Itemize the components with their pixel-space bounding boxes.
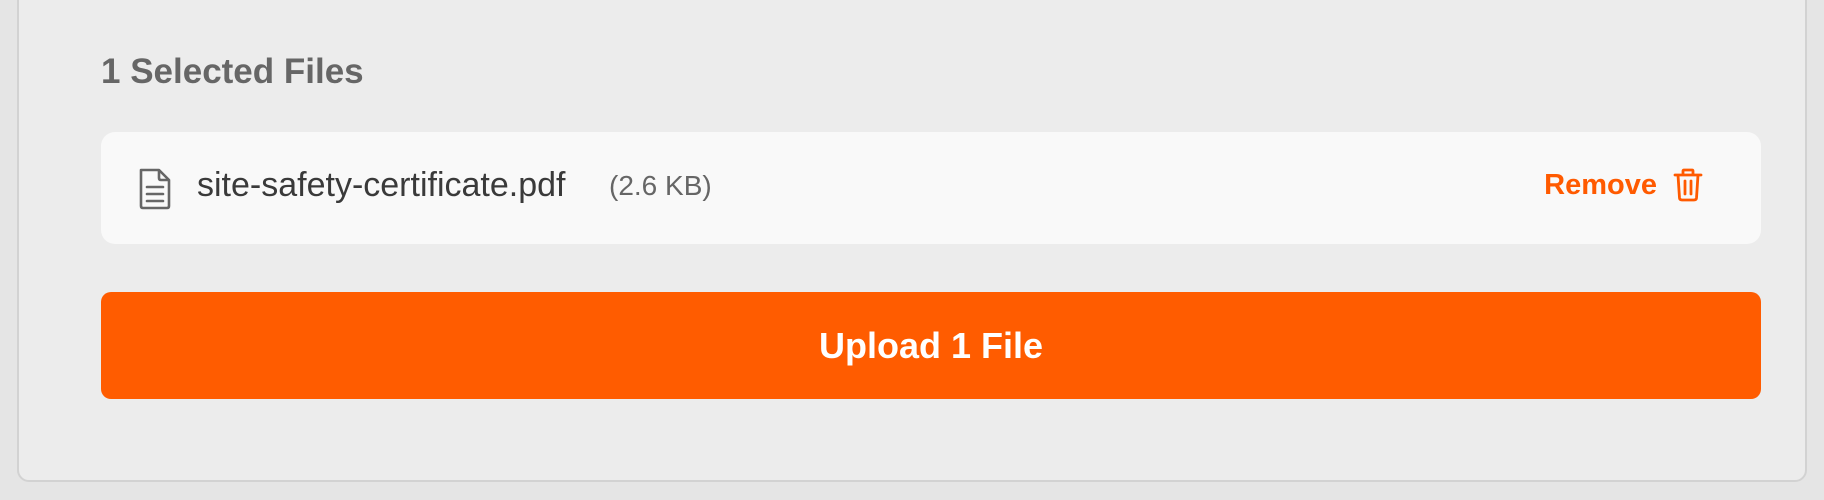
remove-label: Remove (1544, 168, 1657, 201)
selected-files-heading: 1 Selected Files (101, 52, 364, 91)
file-size: (2.6 KB) (609, 170, 712, 201)
file-name: site-safety-certificate.pdf (197, 166, 566, 204)
remove-file-button[interactable]: Remove (1544, 168, 1703, 202)
file-text-icon (139, 168, 171, 210)
upload-panel: 1 Selected Files site-safety-certificate… (17, 0, 1807, 482)
upload-button-label: Upload 1 File (818, 324, 1044, 366)
upload-button[interactable]: Upload 1 File (101, 292, 1761, 399)
trash-icon[interactable] (1673, 168, 1703, 202)
file-list-item: site-safety-certificate.pdf (2.6 KB) Rem… (101, 132, 1761, 244)
